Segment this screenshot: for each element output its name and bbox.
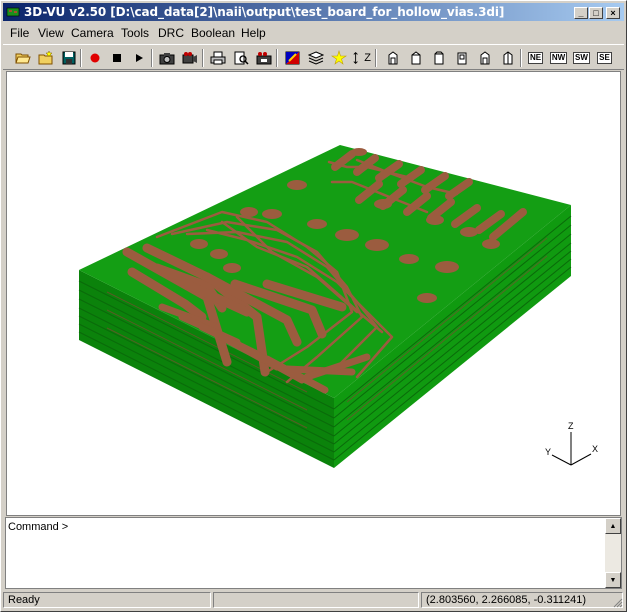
toolbar-separator — [375, 49, 377, 67]
video-camera-icon — [182, 52, 197, 64]
view-front-button[interactable] — [383, 49, 402, 67]
print-preview-button[interactable] — [231, 49, 250, 67]
close-icon: × — [610, 7, 616, 18]
open-button[interactable] — [13, 49, 32, 67]
status-panel-empty — [213, 592, 419, 608]
view-bottom-button[interactable] — [452, 49, 471, 67]
board-render: Z X Y — [78, 145, 598, 468]
menu-bar: File View Camera Tools DRC Boolean Help — [3, 23, 624, 42]
app-icon — [6, 7, 20, 17]
axis-y-label: Y — [545, 447, 551, 457]
folder-star-icon — [38, 51, 53, 65]
command-scrollbar[interactable]: ▲ ▼ — [605, 518, 621, 588]
folder-open-icon — [14, 53, 31, 64]
menu-view[interactable]: View — [38, 26, 64, 40]
view-top-icon — [434, 51, 443, 65]
command-panel[interactable]: Command > ▲ ▼ — [5, 517, 622, 589]
view-nw-label: NW — [549, 52, 568, 64]
view-se-label: SE — [597, 52, 612, 64]
axis-z-label: Z — [568, 421, 574, 431]
view-sw-button[interactable]: SW — [572, 49, 591, 67]
print-video-button[interactable] — [254, 49, 273, 67]
app-window: 3D-VU v2.50 [D:\cad_data[2]\naii\output\… — [0, 0, 627, 612]
layers-button[interactable] — [306, 49, 325, 67]
toolbar-separator — [202, 49, 204, 67]
view-sw-label: SW — [573, 52, 590, 64]
scroll-down-icon: ▼ — [609, 576, 617, 584]
axis-x-line — [570, 453, 592, 466]
minimize-icon: _ — [578, 7, 584, 18]
view-ne-button[interactable]: NE — [526, 49, 545, 67]
layers-icon — [307, 51, 324, 65]
view-se-button[interactable]: SE — [595, 49, 614, 67]
3d-viewport[interactable]: Z X Y — [6, 71, 621, 516]
view-ne-label: NE — [527, 52, 544, 64]
play-button[interactable] — [129, 49, 148, 67]
view-back-button[interactable] — [406, 49, 425, 67]
save-button[interactable] — [59, 49, 78, 67]
record-icon — [90, 53, 99, 63]
menu-tools[interactable]: Tools — [121, 26, 149, 40]
print-button[interactable] — [208, 49, 227, 67]
view-top-button[interactable] — [429, 49, 448, 67]
window-title: 3D-VU v2.50 [D:\cad_data[2]\naii\output\… — [24, 5, 505, 19]
close-button[interactable]: × — [606, 7, 620, 19]
axis-y-line — [551, 454, 572, 466]
print-video-icon — [256, 52, 271, 65]
toolbar-separator — [276, 49, 278, 67]
view-left-icon — [480, 51, 489, 65]
color-button[interactable] — [283, 49, 302, 67]
command-prompt: Command > — [8, 521, 69, 533]
zoom-label: Z — [364, 52, 371, 64]
print-preview-icon — [234, 51, 249, 65]
view-front-icon — [388, 51, 397, 65]
printer-icon — [210, 51, 225, 65]
stop-button[interactable] — [107, 49, 126, 67]
zoom-button[interactable]: Z — [352, 49, 371, 67]
menu-help[interactable]: Help — [241, 26, 266, 40]
view-right-button[interactable] — [498, 49, 517, 67]
color-palette-icon — [285, 51, 300, 65]
snapshot-button[interactable] — [157, 49, 176, 67]
menu-boolean[interactable]: Boolean — [191, 26, 235, 40]
light-star-icon — [330, 50, 347, 65]
stop-icon — [112, 54, 121, 62]
status-coords: (2.803560, 2.266085, -0.311241) — [421, 592, 623, 608]
status-text: Ready — [3, 592, 211, 608]
toolbar-separator — [151, 49, 153, 67]
scroll-down-button[interactable]: ▼ — [605, 572, 621, 588]
scroll-up-button[interactable]: ▲ — [605, 518, 621, 534]
menu-file[interactable]: File — [10, 26, 29, 40]
view-nw-button[interactable]: NW — [549, 49, 568, 67]
axis-triad — [551, 432, 592, 466]
status-bar: Ready (2.803560, 2.266085, -0.311241) — [3, 591, 624, 609]
toolbar: Z NE NW SW SE — [3, 44, 624, 70]
minimize-button[interactable]: _ — [574, 7, 588, 19]
maximize-icon: □ — [593, 7, 599, 18]
light-button[interactable] — [329, 49, 348, 67]
toolbar-separator — [520, 49, 522, 67]
resize-grip-icon[interactable] — [611, 596, 623, 608]
view-right-icon — [503, 51, 512, 65]
view-bottom-icon — [457, 52, 466, 65]
toolbar-separator — [80, 49, 82, 67]
video-button[interactable] — [180, 49, 199, 67]
menu-drc[interactable]: DRC — [158, 26, 184, 40]
open-special-button[interactable] — [36, 49, 55, 67]
maximize-button[interactable]: □ — [589, 7, 603, 19]
play-icon — [135, 54, 143, 62]
axis-x-label: X — [592, 444, 598, 454]
record-button[interactable] — [85, 49, 104, 67]
camera-icon — [159, 53, 174, 65]
title-bar[interactable]: 3D-VU v2.50 [D:\cad_data[2]\naii\output\… — [3, 3, 624, 21]
menu-camera[interactable]: Camera — [71, 26, 114, 40]
view-left-button[interactable] — [475, 49, 494, 67]
floppy-disk-icon — [62, 51, 75, 65]
scroll-up-icon: ▲ — [609, 522, 617, 530]
view-back-icon — [411, 51, 420, 65]
